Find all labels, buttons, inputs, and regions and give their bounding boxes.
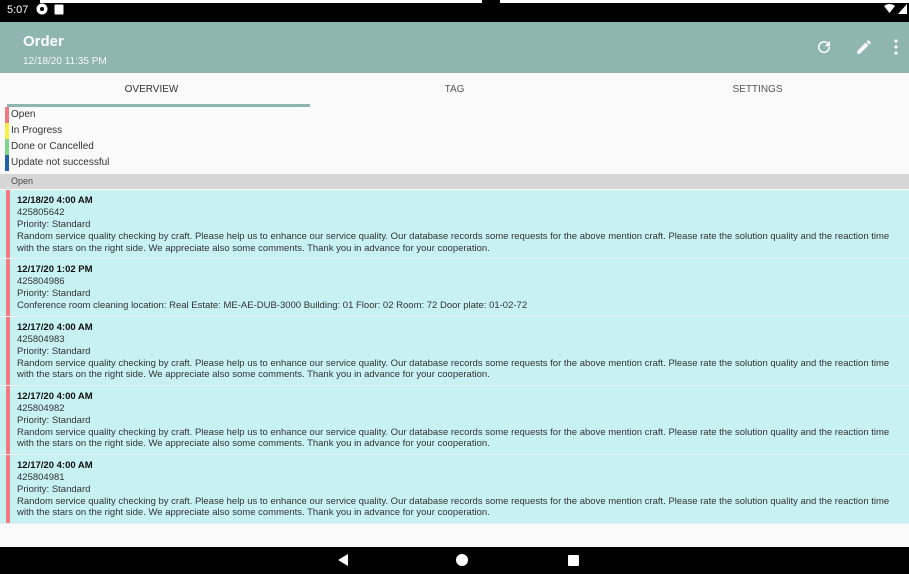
status-indicator: [6, 190, 10, 258]
wifi-icon: [883, 4, 895, 13]
status-bar: 5:07: [0, 0, 909, 22]
status-indicator: [6, 385, 10, 454]
home-icon[interactable]: [456, 554, 468, 566]
refresh-icon: [818, 41, 831, 54]
order-datetime: 12/17/20 4:00 AM: [17, 390, 93, 402]
app-bar: Order 12/18/20 11:35 PM: [0, 22, 909, 73]
page-title: Order: [23, 33, 64, 50]
notification-app-icon: [36, 3, 48, 15]
signal-icon: [898, 4, 907, 14]
legend-swatch: [5, 155, 9, 171]
order-list-item[interactable]: 12/18/20 4:00 AM 425805642 Priority: Sta…: [0, 190, 909, 259]
order-number: 425805642: [17, 207, 65, 218]
order-list-item[interactable]: 12/17/20 4:00 AM 425804982 Priority: Sta…: [0, 385, 909, 455]
tab-overview[interactable]: OVERVIEW: [0, 73, 310, 107]
clipboard-icon: [54, 4, 64, 15]
refresh-button[interactable]: [813, 36, 835, 58]
legend-item-open: Open: [0, 107, 909, 123]
order-priority: Priority: Standard: [17, 414, 91, 426]
status-time: 5:07: [7, 4, 29, 16]
more-icon: [894, 39, 898, 55]
legend-swatch: [5, 139, 9, 155]
order-description: Random service quality checking by craft…: [17, 495, 890, 519]
section-header-open: Open: [0, 174, 909, 189]
page-subtitle: 12/18/20 11:35 PM: [23, 56, 107, 67]
tab-tag[interactable]: TAG: [303, 73, 606, 107]
order-priority: Priority: Standard: [17, 288, 91, 299]
order-number: 425804983: [17, 333, 65, 345]
edit-icon: [857, 40, 871, 54]
order-number: 425804982: [17, 402, 65, 414]
order-description: Random service quality checking by craft…: [17, 231, 890, 254]
back-icon[interactable]: [338, 554, 348, 566]
order-priority: Priority: Standard: [17, 219, 91, 230]
system-navigation-bar: [0, 547, 909, 574]
order-number: 425804981: [17, 471, 65, 483]
legend-label: Done or Cancelled: [11, 141, 94, 152]
order-list-item[interactable]: 12/17/20 1:02 PM 425804986 Priority: Sta…: [0, 259, 909, 317]
order-list-item[interactable]: 12/17/20 4:00 AM 425804981 Priority: Sta…: [0, 454, 909, 524]
status-indicator: [6, 316, 10, 385]
legend-item-in-progress: In Progress: [0, 123, 909, 139]
order-priority: Priority: Standard: [17, 345, 91, 357]
order-datetime: 12/17/20 4:00 AM: [17, 321, 93, 333]
tab-settings[interactable]: SETTINGS: [606, 73, 909, 107]
order-list: 12/18/20 4:00 AM 425805642 Priority: Sta…: [0, 190, 909, 524]
status-legend: Open In Progress Done or Cancelled Updat…: [0, 107, 909, 171]
order-list-item[interactable]: 12/17/20 4:00 AM 425804983 Priority: Sta…: [0, 316, 909, 386]
status-divider: [500, 0, 909, 3]
order-description: Random service quality checking by craft…: [17, 357, 890, 381]
overflow-menu-button[interactable]: [885, 36, 907, 58]
legend-item-done: Done or Cancelled: [0, 139, 909, 155]
order-description: Random service quality checking by craft…: [17, 426, 890, 450]
order-description: Conference room cleaning location: Real …: [17, 300, 528, 311]
legend-swatch: [5, 123, 9, 139]
order-datetime: 12/17/20 1:02 PM: [17, 264, 93, 275]
order-datetime: 12/18/20 4:00 AM: [17, 195, 93, 206]
legend-label: In Progress: [11, 125, 63, 136]
legend-swatch: [5, 107, 9, 123]
order-datetime: 12/17/20 4:00 AM: [17, 459, 93, 471]
legend-label: Update not successful: [11, 157, 110, 168]
status-indicator: [6, 259, 10, 316]
order-number: 425804986: [17, 276, 65, 287]
edit-button[interactable]: [853, 36, 875, 58]
order-priority: Priority: Standard: [17, 483, 91, 495]
legend-item-update-failed: Update not successful: [0, 155, 909, 171]
status-indicator: [6, 454, 10, 523]
tab-bar: OVERVIEW TAG SETTINGS: [0, 73, 909, 107]
status-divider: [40, 0, 482, 3]
recent-apps-icon[interactable]: [568, 555, 579, 566]
legend-label: Open: [11, 109, 36, 120]
